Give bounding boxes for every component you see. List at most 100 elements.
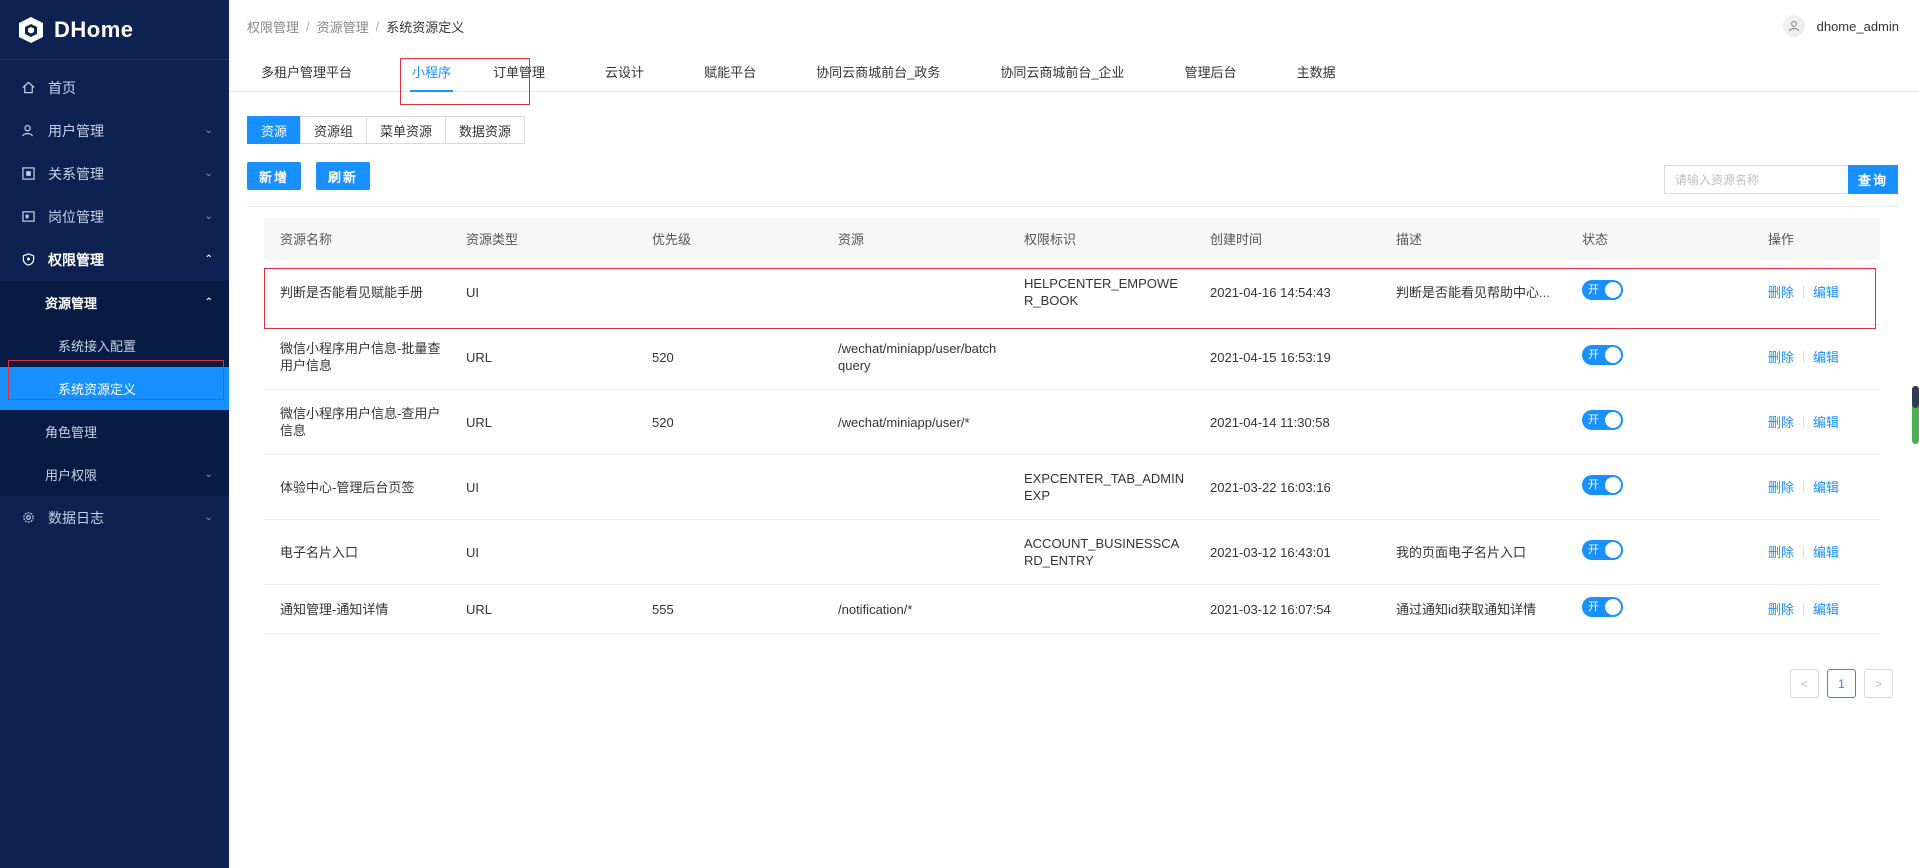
add-button[interactable]: 新增 [247,162,302,190]
edit-link[interactable]: 编辑 [1813,479,1839,496]
cell-type: UI [466,479,479,495]
sidebar-item-user-permissions[interactable]: 用户权限 ⌄ [0,453,229,496]
prev-page-button[interactable]: < [1790,669,1819,698]
status-toggle[interactable]: 开 [1582,597,1623,617]
toggle-label: 开 [1588,479,1599,491]
cell-status: 开 [1566,540,1752,564]
toggle-knob [1605,542,1621,558]
divider [1803,286,1805,298]
cell-created: 2021-04-15 16:53:19 [1210,349,1331,365]
segment-resource[interactable]: 资源 [247,116,302,144]
cell-description: 我的页面电子名片入口 [1396,544,1527,560]
position-icon [20,209,36,225]
status-toggle[interactable]: 开 [1582,280,1623,300]
edit-link[interactable]: 编辑 [1813,349,1839,366]
column-header: 资源类型 [466,231,519,247]
permissions-submenu: 资源管理 ⌃ 系统接入配置 系统资源定义 角色管理 用户权限 ⌄ [0,281,229,496]
breadcrumb: 权限管理 / 资源管理 / 系统资源定义 [247,17,1783,36]
sidebar-item-permissions[interactable]: 权限管理 ⌃ [0,238,229,281]
sidebar-item-label: 资源管理 [45,296,98,311]
divider [1803,481,1805,493]
table-row: 通知管理-通知详情 URL 555 /notification/* 2021-0… [264,585,1880,634]
cell-priority: 555 [652,601,674,617]
status-toggle[interactable]: 开 [1582,540,1623,560]
sidebar-item-relations[interactable]: 关系管理 ⌄ [0,152,229,195]
user-menu[interactable]: dhome_admin [1782,15,1899,37]
breadcrumb-item[interactable]: 资源管理 [317,17,369,36]
chevron-down-icon: ⌄ [204,211,213,222]
app-name: DHome [54,16,134,42]
delete-link[interactable]: 删除 [1768,479,1794,496]
scrollbar-thumb[interactable] [1912,386,1919,444]
status-toggle[interactable]: 开 [1582,410,1623,430]
segment-resource-group[interactable]: 资源组 [300,116,368,144]
refresh-button[interactable]: 刷新 [316,162,371,190]
sidebar-item-positions[interactable]: 岗位管理 ⌄ [0,195,229,238]
search-button[interactable]: 查询 [1848,165,1898,194]
edit-link[interactable]: 编辑 [1813,414,1839,431]
edit-link[interactable]: 编辑 [1813,544,1839,561]
tab-cloud-design[interactable]: 云设计 [605,51,644,91]
tab-order-management[interactable]: 订单管理 [493,51,545,91]
username: dhome_admin [1816,18,1899,34]
next-page-button[interactable]: > [1864,669,1893,698]
cell-permission: ACCOUNT_BUSINESSCARD_ENTRY [1024,536,1180,568]
sidebar-item-home[interactable]: 首页 [0,66,229,109]
delete-link[interactable]: 删除 [1768,544,1794,561]
table-row: 体验中心-管理后台页签 UI EXPCENTER_TAB_ADMINEXP 20… [264,455,1880,520]
column-header: 操作 [1768,231,1795,247]
cell-name: 体验中心-管理后台页签 [280,479,415,495]
tab-enablement-platform[interactable]: 赋能平台 [704,51,756,91]
sidebar-item-role-management[interactable]: 角色管理 [0,410,229,453]
delete-link[interactable]: 删除 [1768,349,1794,366]
divider [1803,603,1805,615]
delete-link[interactable]: 删除 [1768,601,1794,618]
sidebar-item-system-access-config[interactable]: 系统接入配置 [0,324,229,367]
sidebar-item-resource-management[interactable]: 资源管理 ⌃ [0,281,229,324]
tab-mall-enterprise[interactable]: 协同云商城前台_企业 [1000,51,1124,91]
cell-status: 开 [1566,345,1752,369]
status-toggle[interactable]: 开 [1582,345,1623,365]
resource-name-search-input[interactable] [1664,165,1848,194]
table-row: 微信小程序用户信息-查用户信息 URL 520 /wechat/miniapp/… [264,390,1880,455]
edit-link[interactable]: 编辑 [1813,601,1839,618]
sidebar-item-users[interactable]: 用户管理 ⌄ [0,109,229,152]
tab-master-data[interactable]: 主数据 [1297,51,1336,91]
divider [1803,416,1805,428]
table-row: 电子名片入口 UI ACCOUNT_BUSINESSCARD_ENTRY 202… [264,520,1880,585]
cell-type: URL [466,414,493,430]
cell-description: 判断是否能看见帮助中心... [1396,284,1550,300]
cell-created: 2021-04-16 14:54:43 [1210,284,1331,300]
edit-link[interactable]: 编辑 [1813,284,1839,301]
tab-admin-backend[interactable]: 管理后台 [1185,51,1237,91]
cell-status: 开 [1566,280,1752,304]
sidebar-item-data-logs[interactable]: 数据日志 ⌄ [0,496,229,539]
logo[interactable]: DHome [0,0,229,60]
sidebar: DHome 首页 用户管理 ⌄ 关系管理 ⌄ 岗位管理 ⌄ 权限管理 ⌃ 资源管… [0,0,229,868]
segment-data-resource[interactable]: 数据资源 [445,116,526,144]
cell-resource: /wechat/miniapp/user/* [838,414,970,430]
status-toggle[interactable]: 开 [1582,475,1623,495]
cell-actions: 删除 编辑 [1752,544,1880,561]
divider [1803,546,1805,558]
tab-mini-program[interactable]: 小程序 [410,51,454,92]
relation-icon [20,166,36,182]
toggle-knob [1605,282,1621,298]
chevron-down-icon: ⌄ [204,469,213,480]
cell-priority: 520 [652,349,674,365]
delete-link[interactable]: 删除 [1768,284,1794,301]
breadcrumb-item[interactable]: 权限管理 [247,17,299,36]
tab-mall-government[interactable]: 协同云商城前台_政务 [816,51,940,91]
sidebar-item-label: 用户管理 [48,122,104,139]
toggle-knob [1605,412,1621,428]
chevron-up-icon: ⌃ [204,297,213,308]
cell-actions: 删除 编辑 [1752,284,1880,301]
page-number-button[interactable]: 1 [1827,669,1856,698]
segment-menu-resource[interactable]: 菜单资源 [366,116,447,144]
delete-link[interactable]: 删除 [1768,414,1794,431]
cell-resource: /wechat/miniapp/user/batchquery [838,341,997,373]
chevron-down-icon: ⌄ [204,168,213,179]
sidebar-item-system-resource-definition[interactable]: 系统资源定义 [0,367,229,410]
tab-multi-tenant[interactable]: 多租户管理平台 [261,51,352,91]
table-row: 判断是否能看见赋能手册 UI HELPCENTER_EMPOWER_BOOK 2… [264,260,1880,325]
